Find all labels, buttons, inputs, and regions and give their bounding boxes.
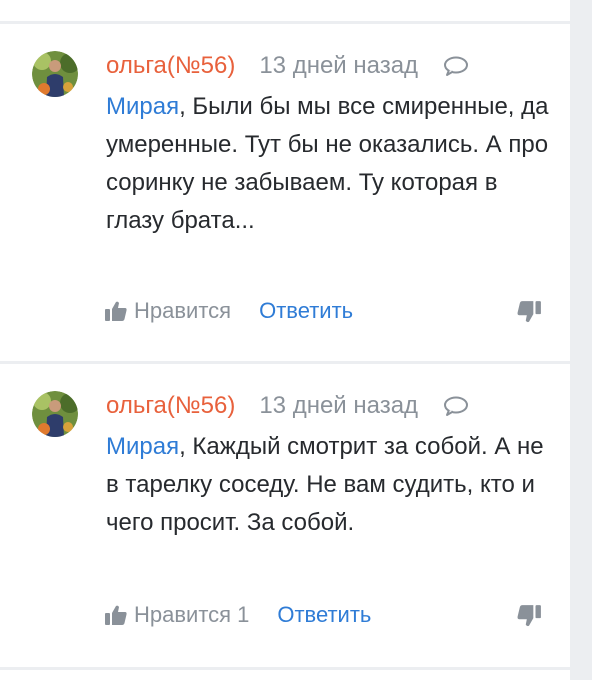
like-count: 1 <box>237 602 250 627</box>
author-name[interactable]: ольга(№56) <box>106 392 235 420</box>
mention-link[interactable]: Мирая <box>106 93 179 120</box>
like-button[interactable]: Нравится 1 <box>104 602 249 628</box>
thumbs-up-icon <box>105 301 127 321</box>
comment-text: Мирая, Были бы мы все смиренные, да умер… <box>106 88 556 240</box>
author-name[interactable]: ольга(№56) <box>106 52 235 80</box>
thumbs-down-icon[interactable] <box>516 604 542 628</box>
mention-link[interactable]: Мирая <box>106 433 179 460</box>
comment-header: ольга(№56) 13 дней назад <box>106 51 470 81</box>
like-button[interactable]: Нравится <box>104 298 231 324</box>
thumbs-down-icon[interactable] <box>516 300 542 324</box>
reply-button[interactable]: Ответить <box>277 602 371 628</box>
comment-text: Мирая, Каждый смотрит за собой. А не в т… <box>106 428 556 542</box>
avatar[interactable] <box>32 51 78 97</box>
like-label: Нравится <box>134 298 232 323</box>
comment-timestamp: 13 дней назад <box>259 52 419 79</box>
next-comment-card <box>0 670 570 680</box>
comments-feed: ольга(№56) 13 дней назад Мирая, Были бы … <box>0 0 592 680</box>
comment-actions: Нравится 1 Ответить <box>104 600 371 630</box>
comment-actions: Нравится Ответить <box>104 296 353 326</box>
comment-card: ольга(№56) 13 дней назад Мирая, Каждый с… <box>0 364 570 667</box>
thumbs-up-icon <box>105 605 127 625</box>
like-label: Нравится <box>134 602 232 627</box>
comment-header: ольга(№56) 13 дней назад <box>106 391 470 421</box>
avatar[interactable] <box>32 391 78 437</box>
previous-comment-card <box>0 0 570 21</box>
comment-card: ольга(№56) 13 дней назад Мирая, Были бы … <box>0 24 570 361</box>
speech-bubble-icon[interactable] <box>442 55 470 77</box>
reply-button[interactable]: Ответить <box>259 298 353 324</box>
comment-timestamp: 13 дней назад <box>259 392 419 419</box>
speech-bubble-icon[interactable] <box>442 395 470 417</box>
